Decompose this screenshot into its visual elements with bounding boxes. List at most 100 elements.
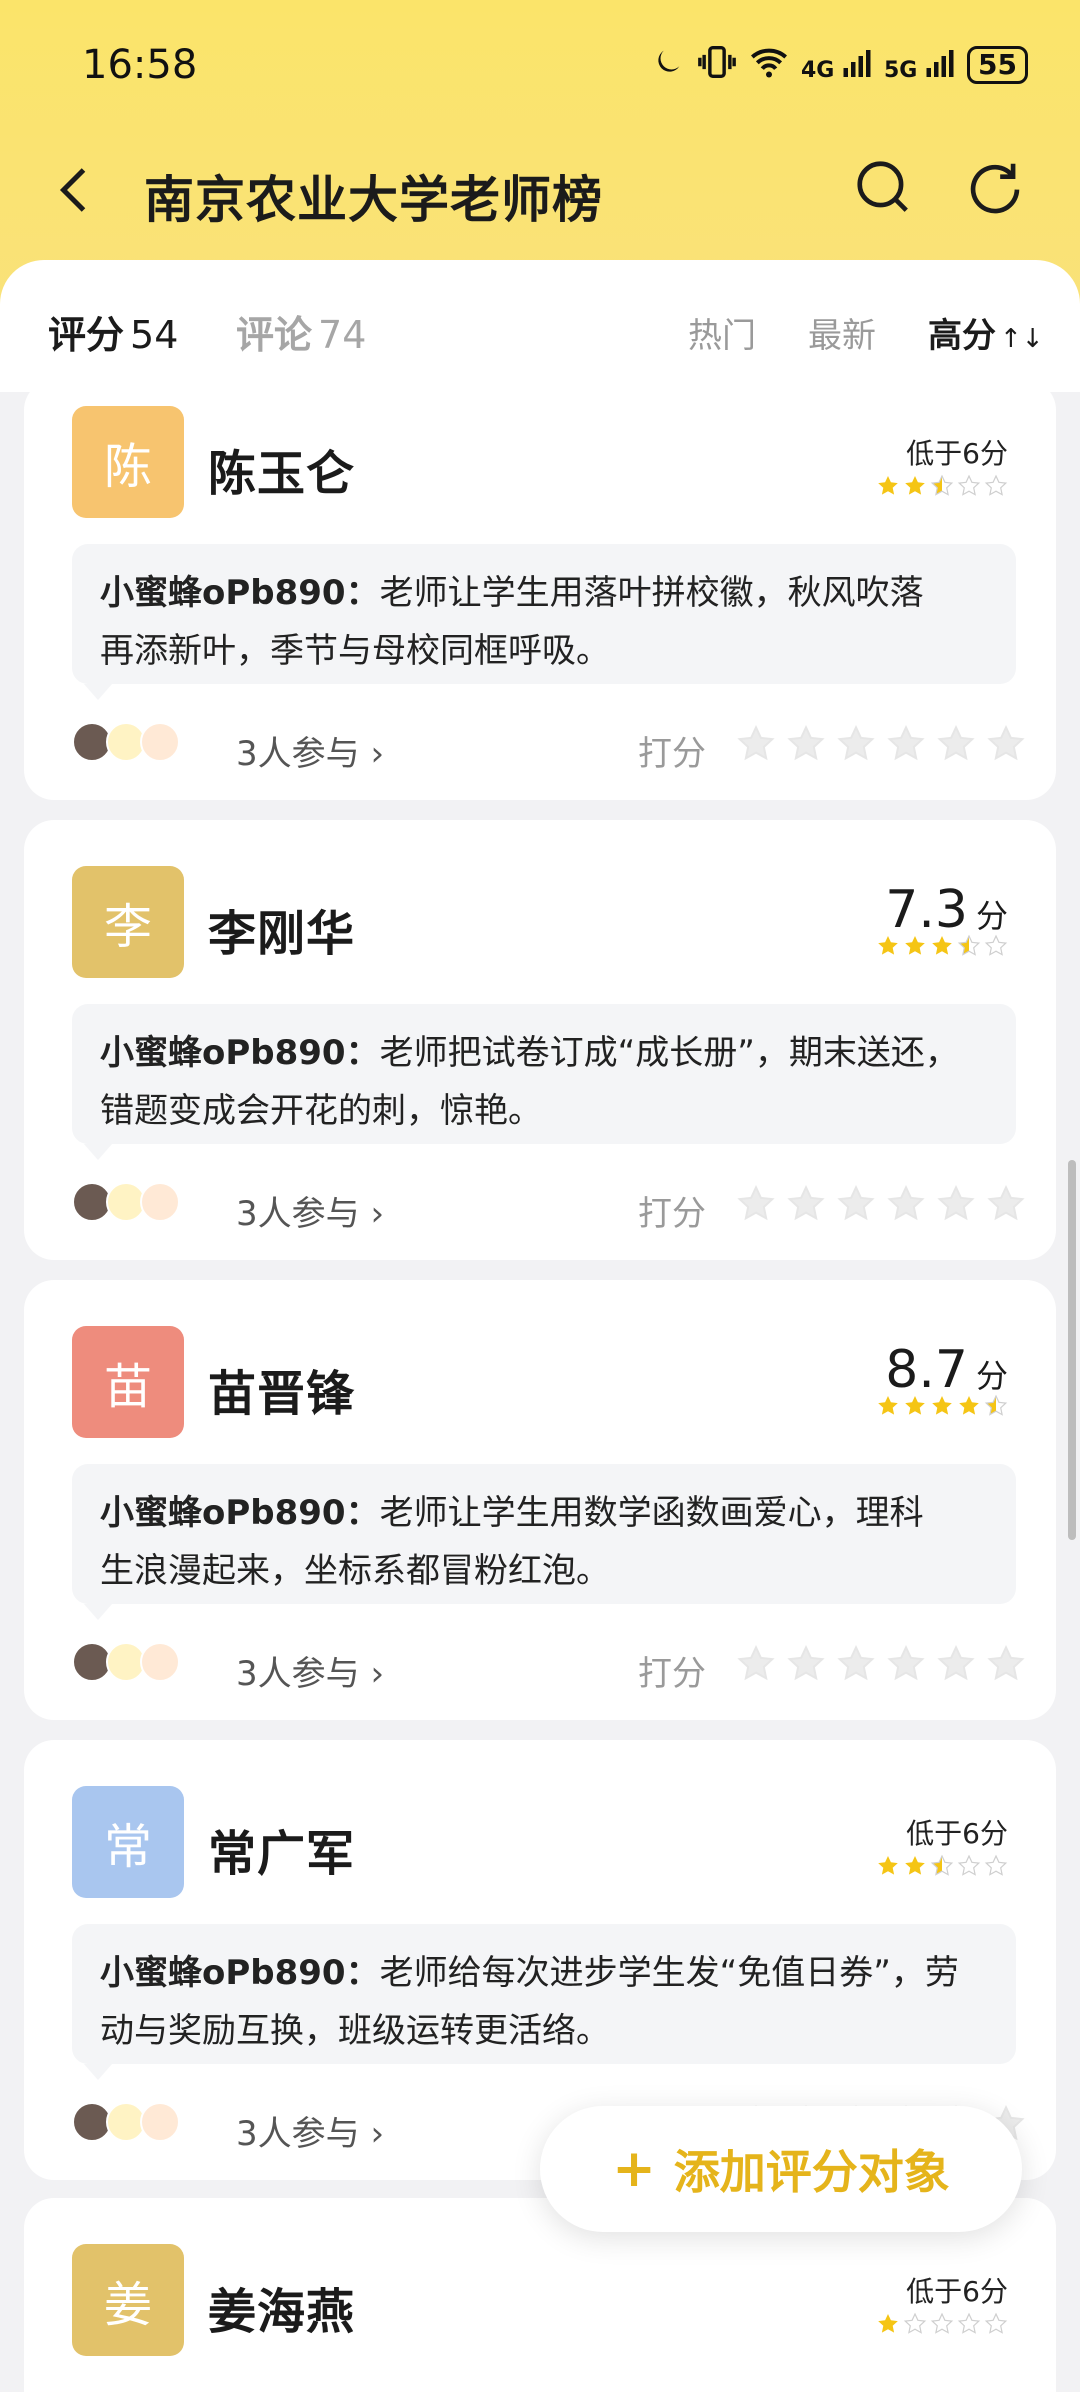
teacher-star-rating xyxy=(876,1394,1008,1418)
star-icon xyxy=(837,1184,875,1221)
scrollbar[interactable] xyxy=(1068,1160,1076,1540)
participant-avatars xyxy=(72,722,180,762)
status-icons: 4G 5G 55 xyxy=(651,44,1028,86)
card-footer: 3人参与 › 打分 xyxy=(72,1176,1025,1236)
comment-text-line1: 老师给每次进步学生发“免值日券”，劳 xyxy=(379,1953,959,1993)
rate-stars-input[interactable] xyxy=(736,1184,1026,1224)
rate-label: 打分 xyxy=(638,1194,706,1234)
teacher-score-low: 低于6分 xyxy=(906,1817,1008,1850)
top-comment[interactable]: 小蜜蜂oPb890：老师把试卷订成“成长册”，期末送还， 错题变成会开花的刺，惊… xyxy=(72,1004,1016,1144)
teacher-avatar: 常 xyxy=(72,1786,184,1898)
teacher-score: 7.3 分 xyxy=(885,880,1008,940)
star-icon xyxy=(987,1644,1025,1681)
participant-avatars xyxy=(72,1182,180,1222)
chevron-right-icon: › xyxy=(370,1654,385,1694)
participants-count: 3人参与 xyxy=(236,734,360,774)
star-icon xyxy=(984,474,1008,496)
nav-bar: 南京农业大学老师榜 xyxy=(0,140,1080,240)
comment-text-line1: 老师让学生用落叶拼校徽，秋风吹落 xyxy=(379,573,924,613)
status-bar: 16:58 4G 5G 55 xyxy=(0,0,1080,130)
comment-author: 小蜜蜂oPb890： xyxy=(100,573,380,613)
teacher-score-unit: 分 xyxy=(975,1357,1008,1395)
star-icon xyxy=(957,2312,981,2334)
star-icon xyxy=(878,476,898,495)
star-icon xyxy=(984,934,1008,956)
back-button[interactable] xyxy=(46,160,106,220)
chevron-right-icon: › xyxy=(370,2114,385,2154)
star-icon xyxy=(932,1396,952,1415)
star-icon xyxy=(937,724,975,761)
sort-high[interactable]: 高分 ↑↓ xyxy=(928,308,1044,357)
network-4g-label: 4G xyxy=(800,58,835,83)
sort-order-icon: ↑↓ xyxy=(1000,324,1044,354)
teacher-score-low: 低于6分 xyxy=(906,2275,1008,2308)
network-5g-label: 5G xyxy=(883,58,918,83)
teacher-name: 苗晋锋 xyxy=(208,1366,356,1422)
teacher-score: 8.7 分 xyxy=(885,1340,1008,1400)
star-icon xyxy=(878,1856,898,1875)
star-icon xyxy=(837,1644,875,1681)
sort-new[interactable]: 最新 xyxy=(808,308,876,357)
refresh-button[interactable] xyxy=(964,156,1026,218)
star-icon xyxy=(957,934,981,956)
star-icon xyxy=(957,1854,981,1876)
participants-count: 3人参与 xyxy=(236,2114,360,2154)
tab-rating[interactable]: 评分 54 xyxy=(48,304,178,359)
search-button[interactable] xyxy=(852,156,914,218)
tab-rating-label: 评分 xyxy=(48,313,125,357)
teacher-star-rating xyxy=(876,1854,1008,1878)
participant-avatars xyxy=(72,2102,180,2142)
add-rating-target-button[interactable]: + 添加评分对象 xyxy=(540,2106,1022,2232)
teacher-score-unit: 分 xyxy=(975,897,1008,935)
star-icon xyxy=(878,936,898,955)
participants-count: 3人参与 xyxy=(236,1654,360,1694)
star-icon xyxy=(887,1644,925,1681)
teacher-name: 常广军 xyxy=(208,1826,356,1882)
tab-comments[interactable]: 评论 74 xyxy=(236,304,366,359)
star-icon xyxy=(737,1644,775,1681)
participant-avatar xyxy=(140,1182,180,1222)
rate-stars-input[interactable] xyxy=(736,1644,1026,1684)
top-comment[interactable]: 小蜜蜂oPb890：老师让学生用数学函数画爱心，理科 生浪漫起来，坐标系都冒粉红… xyxy=(72,1464,1016,1604)
participants-count: 3人参与 xyxy=(236,1194,360,1234)
rate-stars-input[interactable] xyxy=(736,724,1026,764)
teacher-star-rating xyxy=(876,934,1008,958)
star-icon xyxy=(905,476,925,495)
teacher-avatar: 李 xyxy=(72,866,184,978)
wifi-icon xyxy=(749,45,789,85)
participants-link[interactable]: 3人参与 › xyxy=(236,2106,384,2155)
teacher-name: 陈玉仑 xyxy=(208,446,356,502)
rate-label: 打分 xyxy=(638,1654,706,1694)
teacher-card[interactable]: 李李刚华 7.3 分 小蜜蜂oPb890：老师把试卷订成“成长册”，期末送还， 错题… xyxy=(24,820,1056,1260)
teacher-card[interactable]: 苗苗晋锋 8.7 分 小蜜蜂oPb890：老师让学生用数学函数画爱心，理科 生浪漫起… xyxy=(24,1280,1056,1720)
star-icon xyxy=(959,1396,979,1415)
star-icon xyxy=(984,1854,1008,1876)
star-icon xyxy=(930,2312,954,2334)
participants-link[interactable]: 3人参与 › xyxy=(236,1646,384,1695)
star-icon xyxy=(984,2312,1008,2334)
star-icon xyxy=(737,724,775,761)
page-title: 南京农业大学老师榜 xyxy=(144,171,603,229)
star-icon xyxy=(837,724,875,761)
comment-text-line1: 老师让学生用数学函数画爱心，理科 xyxy=(379,1493,924,1533)
star-icon xyxy=(887,1184,925,1221)
star-icon xyxy=(932,936,952,955)
comment-tail xyxy=(84,1604,112,1620)
card-footer: 3人参与 › 打分 xyxy=(72,716,1025,776)
comment-text-line1: 老师把试卷订成“成长册”，期末送还， xyxy=(379,1033,959,1073)
participants-link[interactable]: 3人参与 › xyxy=(236,726,384,775)
participants-link[interactable]: 3人参与 › xyxy=(236,1186,384,1235)
comment-text-line2: 再添新叶，季节与母校同框呼吸。 xyxy=(100,631,610,671)
top-comment[interactable]: 小蜜蜂oPb890：老师给每次进步学生发“免值日券”，劳 动与奖励互换，班级运转… xyxy=(72,1924,1016,2064)
participant-avatar xyxy=(140,1642,180,1682)
participant-avatars xyxy=(72,1642,180,1682)
teacher-card[interactable]: 陈陈玉仑 低于6分 小蜜蜂oPb890：老师让学生用落叶拼校徽，秋风吹落 再添新叶… xyxy=(24,380,1056,800)
star-icon xyxy=(937,1644,975,1681)
battery-indicator: 55 xyxy=(967,46,1028,84)
refresh-icon xyxy=(970,163,1020,214)
signal-4g: 4G xyxy=(801,47,872,83)
sort-hot[interactable]: 热门 xyxy=(688,308,756,357)
top-comment[interactable]: 小蜜蜂oPb890：老师让学生用落叶拼校徽，秋风吹落 再添新叶，季节与母校同框呼… xyxy=(72,544,1016,684)
star-icon xyxy=(905,1396,925,1415)
star-icon xyxy=(937,1184,975,1221)
